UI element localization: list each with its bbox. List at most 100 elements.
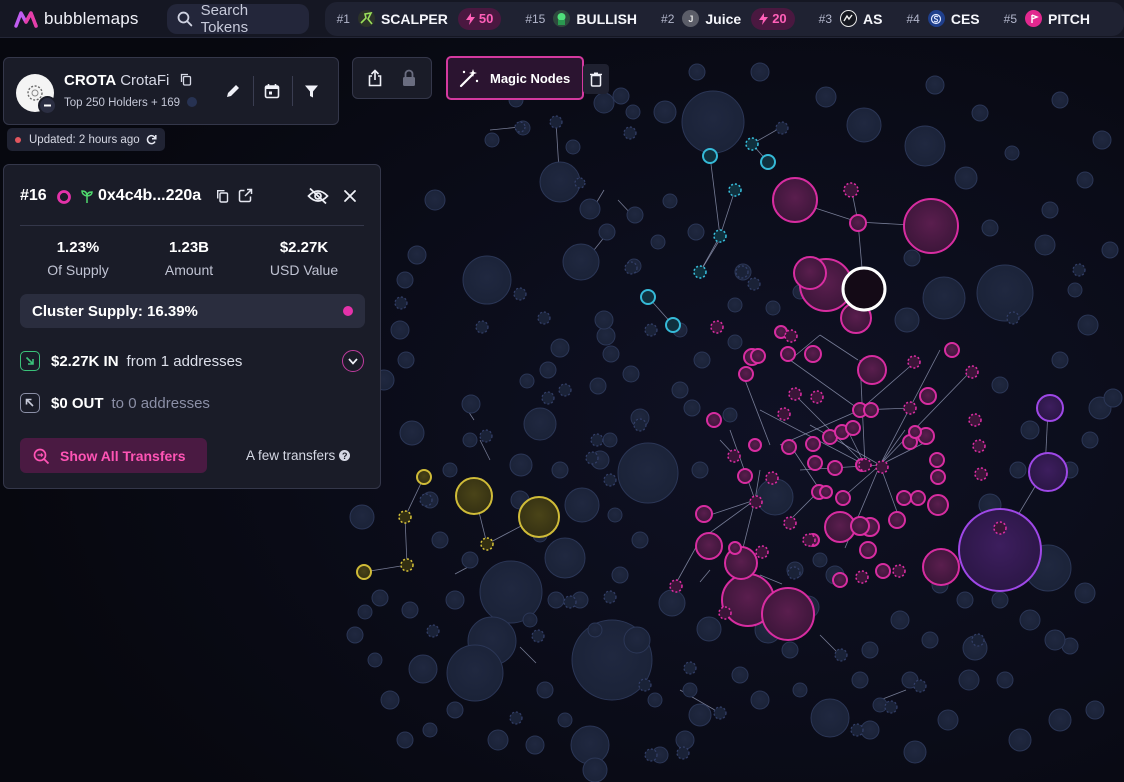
holder-bubble[interactable] — [930, 469, 946, 485]
holder-bubble[interactable] — [574, 177, 586, 189]
holder-bubble[interactable] — [356, 564, 372, 580]
holder-bubble[interactable] — [827, 460, 843, 476]
holder-bubble[interactable] — [965, 365, 979, 379]
holder-bubble[interactable] — [1028, 452, 1068, 492]
holder-bubble[interactable] — [956, 591, 974, 609]
holder-bubble[interactable] — [849, 214, 867, 232]
holder-bubble[interactable] — [589, 377, 607, 395]
holder-bubble[interactable] — [750, 690, 770, 710]
holder-bubble[interactable] — [416, 469, 432, 485]
holder-bubble[interactable] — [594, 310, 614, 330]
holder-bubble[interactable] — [780, 346, 796, 362]
hide-eye-icon[interactable] — [307, 187, 329, 205]
holder-bubble[interactable] — [475, 320, 489, 334]
holder-bubble[interactable] — [745, 137, 759, 151]
holder-bubble[interactable] — [579, 198, 601, 220]
holder-bubble[interactable] — [400, 558, 414, 572]
holder-bubble[interactable] — [518, 496, 560, 538]
holder-bubble[interactable] — [398, 510, 412, 524]
holder-bubble[interactable] — [1067, 282, 1083, 298]
holder-bubble[interactable] — [509, 711, 523, 725]
holder-bubble[interactable] — [640, 289, 656, 305]
holder-bubble[interactable] — [669, 579, 683, 593]
holder-bubble[interactable] — [611, 566, 629, 584]
search-tokens-input[interactable]: Search Tokens — [166, 2, 309, 36]
holder-bubble[interactable] — [991, 591, 1009, 609]
holder-bubble[interactable] — [349, 504, 375, 530]
holder-bubble[interactable] — [845, 420, 861, 436]
holder-bubble[interactable] — [896, 490, 912, 506]
holder-bubble[interactable] — [547, 591, 565, 609]
selected-holder-bubble[interactable] — [841, 266, 887, 312]
holder-bubble[interactable] — [357, 604, 373, 620]
expand-incoming-button[interactable] — [342, 350, 364, 372]
holder-bubble[interactable] — [910, 490, 926, 506]
holder-bubble[interactable] — [693, 351, 711, 369]
holder-bubble[interactable] — [681, 90, 745, 154]
holder-bubble[interactable] — [713, 706, 727, 720]
holder-bubble[interactable] — [937, 709, 959, 731]
holder-bubble[interactable] — [954, 166, 978, 190]
holder-bubble[interactable] — [781, 641, 799, 659]
holder-bubble[interactable] — [1101, 241, 1119, 259]
holder-bubble[interactable] — [693, 265, 707, 279]
holder-bubble[interactable] — [665, 317, 681, 333]
holder-bubble[interactable] — [688, 63, 706, 81]
holder-bubble[interactable] — [971, 104, 989, 122]
trending-item-juice[interactable]: #2 J Juice 20 — [661, 7, 795, 30]
holder-bubble[interactable] — [760, 154, 776, 170]
holder-bubble[interactable] — [462, 255, 512, 305]
holder-bubble[interactable] — [727, 334, 743, 350]
holder-bubble[interactable] — [855, 570, 869, 584]
holder-bubble[interactable] — [582, 757, 608, 782]
holder-bubble[interactable] — [607, 507, 623, 523]
holder-bubble[interactable] — [536, 681, 554, 699]
holder-bubble[interactable] — [539, 361, 557, 379]
holder-bubble[interactable] — [991, 376, 1009, 394]
holder-bubble[interactable] — [922, 276, 966, 320]
holder-bubble[interactable] — [625, 104, 641, 120]
holder-bubble[interactable] — [810, 390, 824, 404]
holder-bubble[interactable] — [675, 730, 695, 750]
cluster-supply[interactable]: Cluster Supply: 16.39% — [20, 294, 365, 328]
holder-bubble[interactable] — [455, 477, 493, 515]
holder-bubble[interactable] — [907, 355, 921, 369]
holder-bubble[interactable] — [1020, 420, 1040, 440]
holder-bubble[interactable] — [687, 223, 705, 241]
holder-bubble[interactable] — [802, 533, 816, 547]
holder-bubble[interactable] — [1048, 708, 1072, 732]
holder-bubble[interactable] — [850, 723, 864, 737]
holder-bubble[interactable] — [756, 478, 794, 516]
holder-bubble[interactable] — [644, 323, 658, 337]
holder-bubble[interactable] — [1006, 311, 1020, 325]
holder-bubble[interactable] — [461, 394, 481, 414]
holder-bubble[interactable] — [1103, 388, 1123, 408]
holder-bubble[interactable] — [875, 460, 889, 474]
holder-bubble[interactable] — [563, 595, 577, 609]
filter-button[interactable] — [300, 80, 322, 102]
holder-bubble[interactable] — [564, 487, 600, 523]
holder-bubble[interactable] — [718, 606, 732, 620]
holder-bubble[interactable] — [523, 407, 557, 441]
holder-bubble[interactable] — [585, 451, 599, 465]
share-button[interactable] — [365, 68, 385, 88]
holder-bubble[interactable] — [858, 458, 872, 472]
holder-bubble[interactable] — [863, 402, 879, 418]
holder-bubble[interactable] — [903, 249, 921, 267]
holder-bubble[interactable] — [976, 264, 1034, 322]
holder-bubble[interactable] — [812, 552, 828, 568]
holder-bubble[interactable] — [843, 182, 859, 198]
holder-bubble[interactable] — [747, 277, 761, 291]
holder-bubble[interactable] — [859, 541, 877, 559]
holder-bubble[interactable] — [1041, 201, 1059, 219]
holder-bubble[interactable] — [968, 413, 982, 427]
holder-bubble[interactable] — [765, 471, 779, 485]
holder-bubble[interactable] — [683, 661, 697, 675]
holder-bubble[interactable] — [442, 462, 458, 478]
holder-bubble[interactable] — [1008, 728, 1032, 752]
holder-bubble[interactable] — [565, 139, 581, 155]
copy-icon[interactable] — [180, 73, 192, 86]
holder-bubble[interactable] — [971, 633, 985, 647]
holder-bubble[interactable] — [653, 100, 677, 124]
holder-bubble[interactable] — [1085, 700, 1105, 720]
